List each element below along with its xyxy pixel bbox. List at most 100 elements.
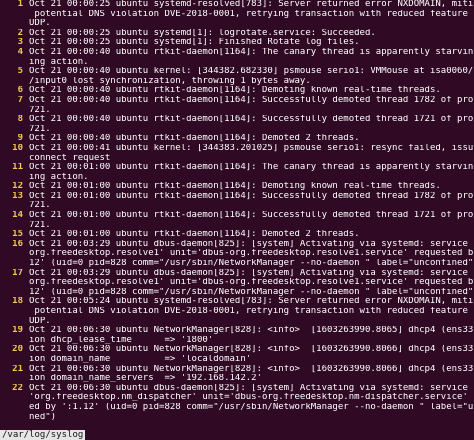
line-text: potential DNS violation DVE-2018-0001, r… [29,307,474,316]
line-text: potential DNS violation DVE-2018-0001, r… [29,9,474,19]
log-line[interactable]: ed by ':1.12' (uid=0 pid=828 comm="/usr/… [0,403,474,413]
line-number: 17 [12,268,23,278]
line-text: Oct 21 00:01:00 ubuntu rtkit-daemon[1164… [29,191,474,201]
line-text: 721. [29,124,51,134]
line-text: ed by ':1.12' (uid=0 pid=828 comm="/usr/… [29,402,474,412]
line-text: ing action. [29,172,89,182]
line-number: 1 [17,0,23,9]
line-number: 3 [17,38,23,48]
line-number: 14 [12,211,23,221]
line-text: org.freedesktop.resolve1' unit='dbus-org… [29,278,474,288]
log-line[interactable]: 1 Oct 21 00:00:25 ubuntu systemd-resolved… [0,0,474,10]
log-line[interactable]: 21 Oct 21 00:06:30 ubuntu NetworkManager[… [0,365,474,375]
log-line[interactable]: 8 Oct 21 00:00:40 ubuntu rtkit-daemon[116… [0,115,474,125]
line-text: Oct 21 00:01:00 ubuntu rtkit-daemon[1164… [29,211,474,221]
log-line[interactable]: UDP. [0,317,474,327]
line-text: Oct 21 00:06:30 ubuntu NetworkManager[82… [29,326,474,336]
line-text: org.freedesktop.resolve1' unit='dbus-org… [29,249,474,259]
log-line[interactable]: 17 Oct 21 00:03:29 ubuntu dbus-daemon[825… [0,269,474,279]
log-line[interactable]: 'org.freedesktop.nm_dispatcher' unit='db… [0,393,474,403]
log-line[interactable]: potential DNS violation DVE-2018-0001, r… [0,10,474,20]
line-text: Oct 21 00:00:40 ubuntu rtkit-daemon[1164… [29,115,474,125]
log-line[interactable]: 14 Oct 21 00:01:00 ubuntu rtkit-daemon[11… [0,211,474,221]
log-line[interactable]: org.freedesktop.resolve1' unit='dbus-org… [0,278,474,288]
log-line[interactable]: 721. [0,221,474,231]
text-viewport[interactable]: 1 Oct 21 00:00:25 ubuntu systemd-resolved… [0,0,474,430]
line-text: /input0 lost synchronization, throwing 1… [29,76,311,86]
log-line[interactable]: org.freedesktop.resolve1' unit='dbus-org… [0,249,474,259]
log-line[interactable]: 2 Oct 21 00:00:25 ubuntu systemd[1]: logr… [0,29,474,39]
log-line[interactable]: 721. [0,125,474,135]
line-text: Oct 21 00:05:24 ubuntu systemd-resolved[… [29,297,474,307]
log-line[interactable]: 7 Oct 21 00:00:40 ubuntu rtkit-daemon[116… [0,96,474,106]
log-line[interactable]: potential DNS violation DVE-2018-0001, r… [0,307,474,317]
line-text: Oct 21 00:06:30 ubuntu dbus-daemon[825]:… [29,383,474,393]
log-line[interactable]: 16 Oct 21 00:03:29 ubuntu dbus-daemon[825… [0,240,474,250]
file-path-label: /var/log/syslog [0,430,86,440]
line-number: 18 [12,297,23,307]
line-text: Oct 21 00:00:25 ubuntu systemd[1]: Finis… [29,38,360,48]
line-text: ion dhcp_lease_time => '1800' [29,335,214,345]
line-number: 13 [12,191,23,201]
log-line[interactable]: 721. [0,201,474,211]
log-line[interactable]: 20 Oct 21 00:06:30 ubuntu NetworkManager[… [0,345,474,355]
log-line[interactable]: 5 Oct 21 00:00:40 ubuntu kernel: [344382.… [0,67,474,77]
line-number: 4 [17,47,23,57]
log-line[interactable]: 18 Oct 21 00:05:24 ubuntu systemd-resolve… [0,297,474,307]
line-text: ion domain_name_servers => '192.168.142.… [29,374,262,384]
log-line[interactable]: ing action. [0,173,474,183]
log-line[interactable]: 9 Oct 21 00:00:40 ubuntu rtkit-daemon[116… [0,134,474,144]
line-text: Oct 21 00:00:40 ubuntu rtkit-daemon[1164… [29,86,441,96]
line-number: 6 [17,86,23,96]
log-line[interactable]: 15 Oct 21 00:01:00 ubuntu rtkit-daemon[11… [0,230,474,240]
line-text: UDP. [29,316,51,326]
line-text: Oct 21 00:01:00 ubuntu rtkit-daemon[1164… [29,182,441,192]
terminal-window[interactable]: 1 Oct 21 00:00:25 ubuntu systemd-resolved… [0,0,474,440]
log-line[interactable]: 10 Oct 21 00:00:41 ubuntu kernel: [344383… [0,144,474,154]
log-line[interactable]: ion domain_name => 'localdomain' [0,355,474,365]
log-line[interactable]: ion domain_name_servers => '192.168.142.… [0,374,474,384]
log-line[interactable]: 11 Oct 21 00:01:00 ubuntu rtkit-daemon[11… [0,163,474,173]
log-line[interactable]: UDP. [0,19,474,29]
line-text: ing action. [29,57,89,67]
line-number: 7 [17,95,23,105]
line-text: ned") [29,412,57,422]
log-line[interactable]: ing action. [0,58,474,68]
line-number: 21 [12,364,23,374]
line-text: Oct 21 00:06:30 ubuntu NetworkManager[82… [29,364,474,374]
log-line[interactable]: 721. [0,106,474,116]
line-text: Oct 21 00:00:25 ubuntu systemd[1]: logro… [29,28,376,38]
line-number: 12 [12,182,23,192]
line-text: Oct 21 00:00:25 ubuntu systemd-resolved[… [29,0,474,9]
line-number: 20 [12,345,23,355]
log-line[interactable]: 12 Oct 21 00:01:00 ubuntu rtkit-daemon[11… [0,182,474,192]
line-number: 19 [12,326,23,336]
log-line[interactable]: 12' (uid=0 pid=828 comm="/usr/sbin/Netwo… [0,259,474,269]
log-line[interactable]: 13 Oct 21 00:01:00 ubuntu rtkit-daemon[11… [0,192,474,202]
log-line[interactable]: 3 Oct 21 00:00:25 ubuntu systemd[1]: Fini… [0,38,474,48]
log-line[interactable]: 19 Oct 21 00:06:30 ubuntu NetworkManager[… [0,326,474,336]
line-number: 22 [12,383,23,393]
log-line[interactable]: 6 Oct 21 00:00:40 ubuntu rtkit-daemon[116… [0,86,474,96]
line-text: Oct 21 00:03:29 ubuntu dbus-daemon[825]:… [29,268,474,278]
line-text: Oct 21 00:00:40 ubuntu rtkit-daemon[1164… [29,47,474,57]
line-text: Oct 21 00:03:29 ubuntu dbus-daemon[825]:… [29,239,474,249]
line-text: Oct 21 00:06:30 ubuntu NetworkManager[82… [29,345,474,355]
log-line[interactable]: 12' (uid=0 pid=828 comm="/usr/sbin/Netwo… [0,288,474,298]
line-text: 12' (uid=0 pid=828 comm="/usr/sbin/Netwo… [29,259,474,269]
log-line[interactable]: 22 Oct 21 00:06:30 ubuntu dbus-daemon[825… [0,384,474,394]
line-number: 11 [12,163,23,173]
line-text: Oct 21 00:00:40 ubuntu kernel: [344382.6… [29,67,474,77]
line-text: Oct 21 00:00:40 ubuntu rtkit-daemon[1164… [29,134,360,144]
line-number: 16 [12,239,23,249]
line-number: 10 [12,143,23,153]
log-line[interactable]: 4 Oct 21 00:00:40 ubuntu rtkit-daemon[116… [0,48,474,58]
line-text: 721. [29,220,51,230]
log-line[interactable]: connect request [0,154,474,164]
line-number: 15 [12,230,23,240]
line-text: Oct 21 00:01:00 ubuntu rtkit-daemon[1164… [29,230,360,240]
line-text: ion domain_name => 'localdomain' [29,354,252,364]
log-line[interactable]: /input0 lost synchronization, throwing 1… [0,77,474,87]
log-line[interactable]: ion dhcp_lease_time => '1800' [0,336,474,346]
log-line[interactable]: ned") [0,413,474,423]
